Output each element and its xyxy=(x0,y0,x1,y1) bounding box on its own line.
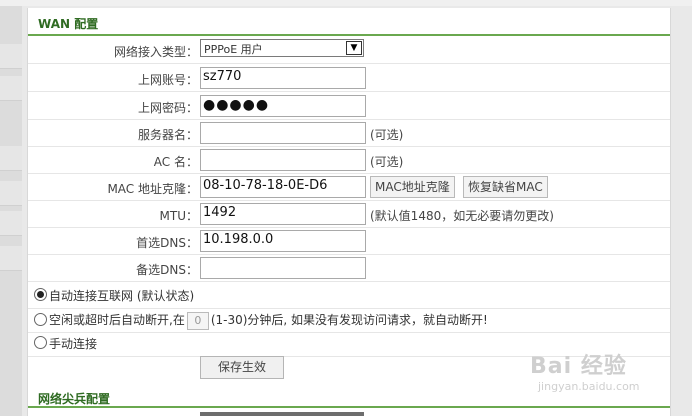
row-secondary-dns: 备选DNS： xyxy=(28,254,670,282)
mac-address-input[interactable]: 08-10-78-18-0E-D6 xyxy=(200,176,366,198)
password-label: 上网密码： xyxy=(137,101,198,115)
ac-name-hint: (可选) xyxy=(370,155,404,169)
mode-auto-row: 自动连接互联网 (默认状态) xyxy=(28,282,670,309)
idle-disconnect-radio[interactable] xyxy=(34,313,47,326)
account-label: 上网账号： xyxy=(137,73,198,87)
manual-connect-radio[interactable] xyxy=(34,336,47,349)
service-name-hint: (可选) xyxy=(370,128,404,142)
mtu-input[interactable]: 1492 xyxy=(200,203,366,225)
ac-name-label: AC 名： xyxy=(153,155,198,169)
left-nav-tab[interactable] xyxy=(0,211,22,236)
partial-field xyxy=(200,412,364,416)
next-section-title: 网络尖兵配置 xyxy=(38,392,111,406)
idle-disconnect-text: 空闲或超时后自动断开,在 0 (1-30)分钟后, 如果没有发现访问请求，就自动断开… xyxy=(49,311,488,330)
connection-type-label: 网络接入类型： xyxy=(113,45,198,59)
idle-prefix: 空闲或超时后自动断开,在 xyxy=(49,313,185,327)
mtu-hint: (默认值1480，如无必要请勿更改) xyxy=(370,209,554,223)
row-service-name: 服务器名： (可选) xyxy=(28,119,670,147)
row-account: 上网账号： sz770 xyxy=(28,64,670,92)
row-primary-dns: 首选DNS： 10.198.0.0 xyxy=(28,227,670,255)
row-connection-type: 网络接入类型： PPPoE 用户 ▼ xyxy=(28,36,670,64)
left-nav-tab[interactable] xyxy=(0,76,22,101)
connection-type-select[interactable]: PPPoE 用户 ▼ xyxy=(200,39,364,57)
connection-type-value: PPPoE 用户 xyxy=(204,43,263,56)
auto-connect-radio[interactable] xyxy=(34,288,47,301)
left-nav-tab[interactable] xyxy=(0,146,22,171)
top-band xyxy=(0,0,692,6)
save-button[interactable]: 保存生效 xyxy=(200,356,284,379)
next-section-header: 网络尖兵配置 xyxy=(28,384,670,408)
service-name-label: 服务器名： xyxy=(137,128,198,142)
idle-suffix: (1-30)分钟后, 如果没有发现访问请求，就自动断开! xyxy=(210,313,488,327)
mtu-label: MTU： xyxy=(159,209,198,223)
wan-section-header: WAN 配置 xyxy=(28,8,670,36)
mac-clone-label: MAC 地址克隆： xyxy=(107,182,198,196)
wan-section-title: WAN 配置 xyxy=(38,17,99,31)
wan-config-panel: WAN 配置 网络接入类型： PPPoE 用户 ▼ 上网账号： sz770 上网… xyxy=(27,8,671,416)
row-ac-name: AC 名： (可选) xyxy=(28,146,670,174)
left-nav-tab[interactable] xyxy=(0,246,22,271)
row-save: 保存生效 xyxy=(28,353,670,381)
left-nav-tab[interactable] xyxy=(0,44,22,69)
left-nav-tab[interactable] xyxy=(0,181,22,206)
ac-name-input[interactable] xyxy=(200,149,366,171)
auto-connect-label: 自动连接互联网 (默认状态) xyxy=(49,289,195,303)
manual-connect-label: 手动连接 xyxy=(49,337,98,351)
secondary-dns-label: 备选DNS： xyxy=(136,263,198,277)
row-password: 上网密码： ●●●●● xyxy=(28,92,670,120)
mac-clone-button[interactable]: MAC地址克隆 xyxy=(370,176,455,198)
left-nav-strip xyxy=(0,6,22,416)
row-mtu: MTU： 1492 (默认值1480，如无必要请勿更改) xyxy=(28,200,670,228)
idle-minutes-input[interactable]: 0 xyxy=(186,311,209,330)
mode-idle-row: 空闲或超时后自动断开,在 0 (1-30)分钟后, 如果没有发现访问请求，就自动断开… xyxy=(28,306,670,333)
row-mac-clone: MAC 地址克隆： 08-10-78-18-0E-D6 MAC地址克隆 恢复缺省… xyxy=(28,173,670,201)
restore-default-mac-button[interactable]: 恢复缺省MAC xyxy=(463,176,548,198)
secondary-dns-input[interactable] xyxy=(200,257,366,279)
password-input[interactable]: ●●●●● xyxy=(200,95,366,117)
account-input[interactable]: sz770 xyxy=(200,67,366,89)
chevron-down-icon[interactable]: ▼ xyxy=(346,41,362,55)
service-name-input[interactable] xyxy=(200,122,366,144)
primary-dns-input[interactable]: 10.198.0.0 xyxy=(200,230,366,252)
primary-dns-label: 首选DNS： xyxy=(136,236,198,250)
